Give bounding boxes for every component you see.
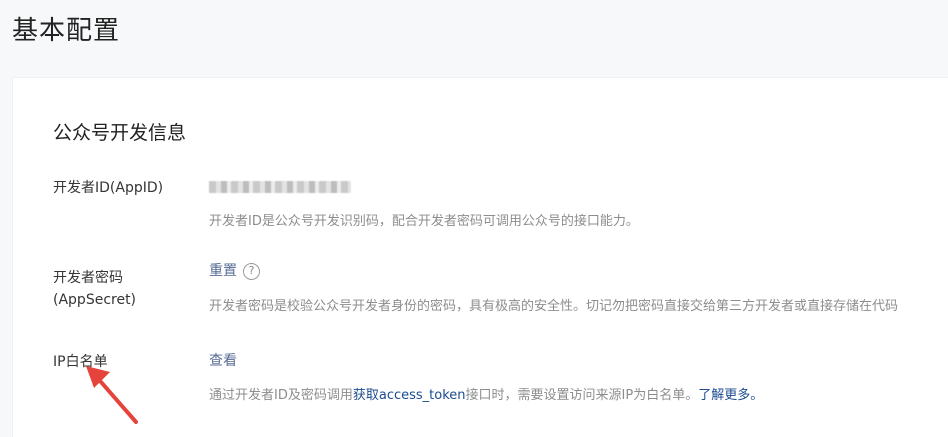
section-title: 公众号开发信息 [53,122,187,144]
view-whitelist-link[interactable]: 查看 [209,353,237,369]
app-id-description: 开发者ID是公众号开发识别码，配合开发者密码可调用公众号的接口能力。 [209,214,639,229]
red-arrow-annotation [86,366,138,424]
page-title: 基本配置 [12,16,121,46]
learn-more-link[interactable]: 了解更多。 [698,388,763,403]
app-secret-description: 开发者密码是校验公众号开发者身份的密码，具有极高的安全性。切记勿把密码直接交给第… [209,299,899,314]
ip-whitelist-actions: 查看 [209,351,237,371]
dev-info-card: 公众号开发信息 开发者ID(AppID) 开发者ID是公众号开发识别码，配合开发… [12,77,948,437]
app-id-label: 开发者ID(AppID) [53,180,164,196]
access-token-link[interactable]: 获取access_token [353,388,466,403]
ip-desc-prefix: 通过开发者ID及密码调用 [209,388,353,403]
app-id-blurred [209,181,351,193]
app-id-value [209,177,351,197]
app-secret-label-line2: (AppSecret) [53,292,137,308]
basic-config-page: 基本配置 公众号开发信息 开发者ID(AppID) 开发者ID是公众号开发识别码… [0,0,948,437]
app-secret-actions: 重置? [209,261,260,281]
app-secret-label: 开发者密码 (AppSecret) [53,267,136,311]
app-secret-label-line1: 开发者密码 [53,270,123,286]
ip-desc-middle: 接口时，需要设置访问来源IP为白名单。 [465,388,699,403]
reset-secret-link[interactable]: 重置 [209,263,237,279]
ip-whitelist-description: 通过开发者ID及密码调用获取access_token接口时，需要设置访问来源IP… [209,384,763,403]
help-icon[interactable]: ? [243,262,260,280]
arrow-head [86,366,110,388]
